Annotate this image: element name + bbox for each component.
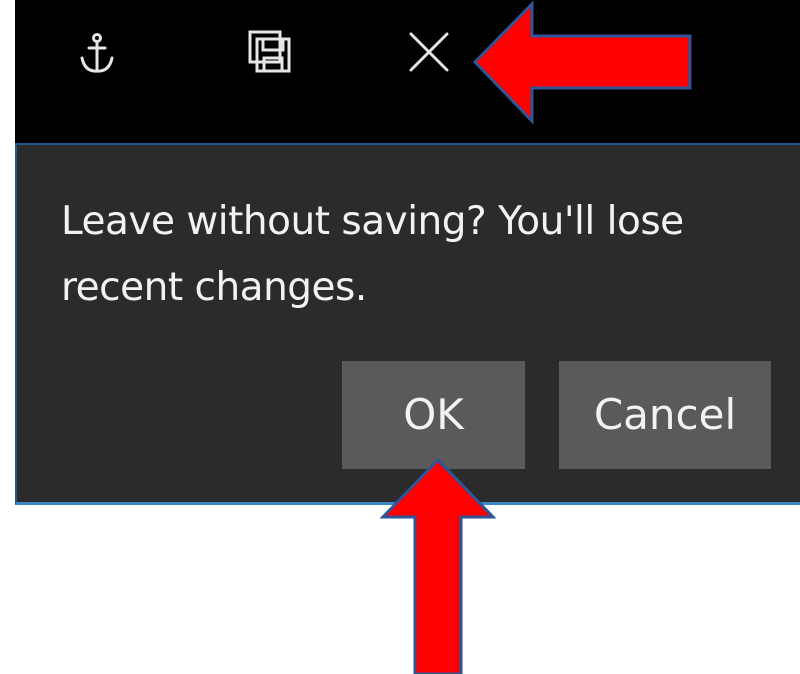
close-icon[interactable] [407, 30, 451, 74]
save-icon[interactable] [247, 29, 293, 75]
ok-button[interactable]: OK [342, 361, 525, 469]
anchor-icon[interactable] [77, 32, 117, 76]
leave-confirmation-dialog: Leave without saving? You'll lose recent… [15, 143, 800, 505]
arrow-to-ok-button [379, 457, 497, 674]
arrow-to-close-button [472, 0, 692, 125]
cancel-button[interactable]: Cancel [559, 361, 771, 469]
dialog-message: Leave without saving? You'll lose recent… [61, 199, 684, 310]
